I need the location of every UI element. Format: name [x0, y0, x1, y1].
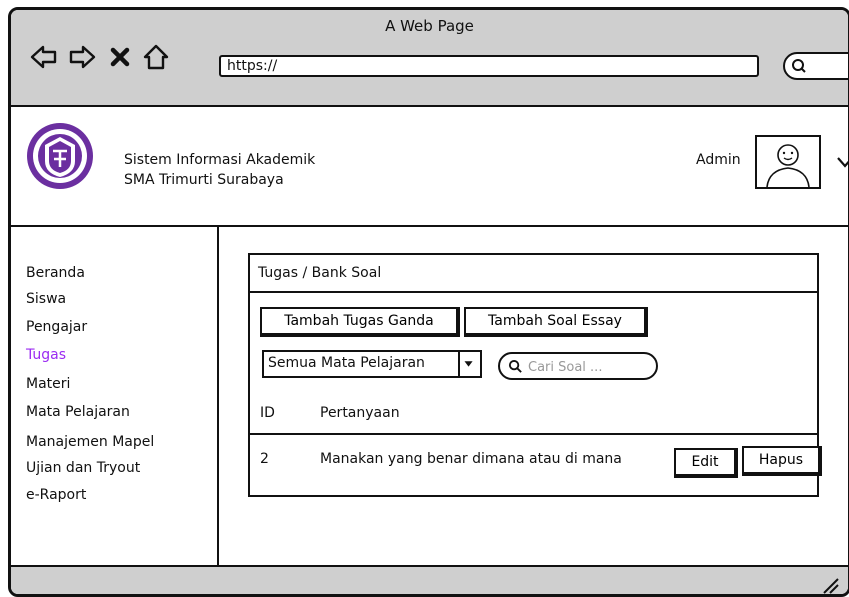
sidebar: Beranda Siswa Pengajar Tugas Materi Mata…: [11, 227, 219, 567]
user-name: Admin: [696, 152, 741, 168]
window-title: A Web Page: [385, 17, 474, 35]
breadcrumb: Tugas / Bank Soal: [258, 265, 382, 281]
close-icon[interactable]: [105, 42, 135, 72]
delete-button[interactable]: Hapus: [742, 446, 822, 476]
row-id: 2: [260, 451, 269, 467]
dropdown-arrow-icon[interactable]: [458, 352, 480, 376]
sidebar-item-mata-pelajaran[interactable]: Mata Pelajaran: [26, 404, 130, 420]
sidebar-item-e-raport[interactable]: e-Raport: [26, 487, 86, 503]
url-input[interactable]: https://: [219, 55, 759, 77]
subject-filter-select[interactable]: Semua Mata Pelajaran: [262, 350, 482, 378]
user-avatar-icon[interactable]: [755, 135, 821, 189]
sidebar-item-pengajar[interactable]: Pengajar: [26, 319, 87, 335]
sidebar-item-ujian-dan-tryout[interactable]: Ujian dan Tryout: [26, 460, 140, 476]
sidebar-item-beranda[interactable]: Beranda: [26, 265, 85, 281]
row-question: Manakan yang benar dimana atau di mana: [320, 451, 622, 467]
browser-status-bar: [11, 565, 848, 595]
school-name: Sistem Informasi Akademik SMA Trimurti S…: [124, 150, 315, 190]
question-search[interactable]: [498, 352, 658, 380]
add-essay-button[interactable]: Tambah Soal Essay: [464, 307, 648, 337]
bank-soal-panel: Tugas / Bank Soal Tambah Tugas Ganda Tam…: [248, 253, 822, 497]
search-input[interactable]: [526, 356, 655, 378]
browser-window: A Web Page https:// Sistem Informasi Aka…: [8, 7, 849, 597]
app-header: Sistem Informasi Akademik SMA Trimurti S…: [11, 107, 848, 227]
column-header-question: Pertanyaan: [320, 405, 400, 421]
resize-handle-icon[interactable]: [820, 575, 840, 595]
edit-button[interactable]: Edit: [674, 448, 738, 478]
home-icon[interactable]: [141, 42, 171, 72]
chevron-down-icon[interactable]: [836, 155, 849, 169]
header-divider: [250, 433, 817, 435]
search-icon: [792, 59, 806, 73]
school-logo: [25, 121, 95, 191]
breadcrumb-bar: Tugas / Bank Soal: [250, 255, 817, 293]
app-name: Sistem Informasi Akademik: [124, 152, 316, 168]
forward-icon[interactable]: [67, 42, 97, 72]
sidebar-item-siswa[interactable]: Siswa: [26, 291, 66, 307]
browser-search-button[interactable]: [783, 52, 848, 80]
sidebar-item-materi[interactable]: Materi: [26, 376, 70, 392]
subject-filter-value: Semua Mata Pelajaran: [268, 355, 425, 371]
back-icon[interactable]: [29, 42, 59, 72]
search-icon: [508, 359, 522, 373]
school-subtitle: SMA Trimurti Surabaya: [124, 172, 284, 188]
sidebar-item-tugas[interactable]: Tugas: [26, 347, 66, 363]
add-multiple-choice-button[interactable]: Tambah Tugas Ganda: [260, 307, 460, 337]
sidebar-item-manajemen-mapel[interactable]: Manajemen Mapel: [26, 434, 154, 450]
browser-chrome: A Web Page https://: [11, 10, 848, 107]
column-header-id: ID: [260, 405, 275, 421]
